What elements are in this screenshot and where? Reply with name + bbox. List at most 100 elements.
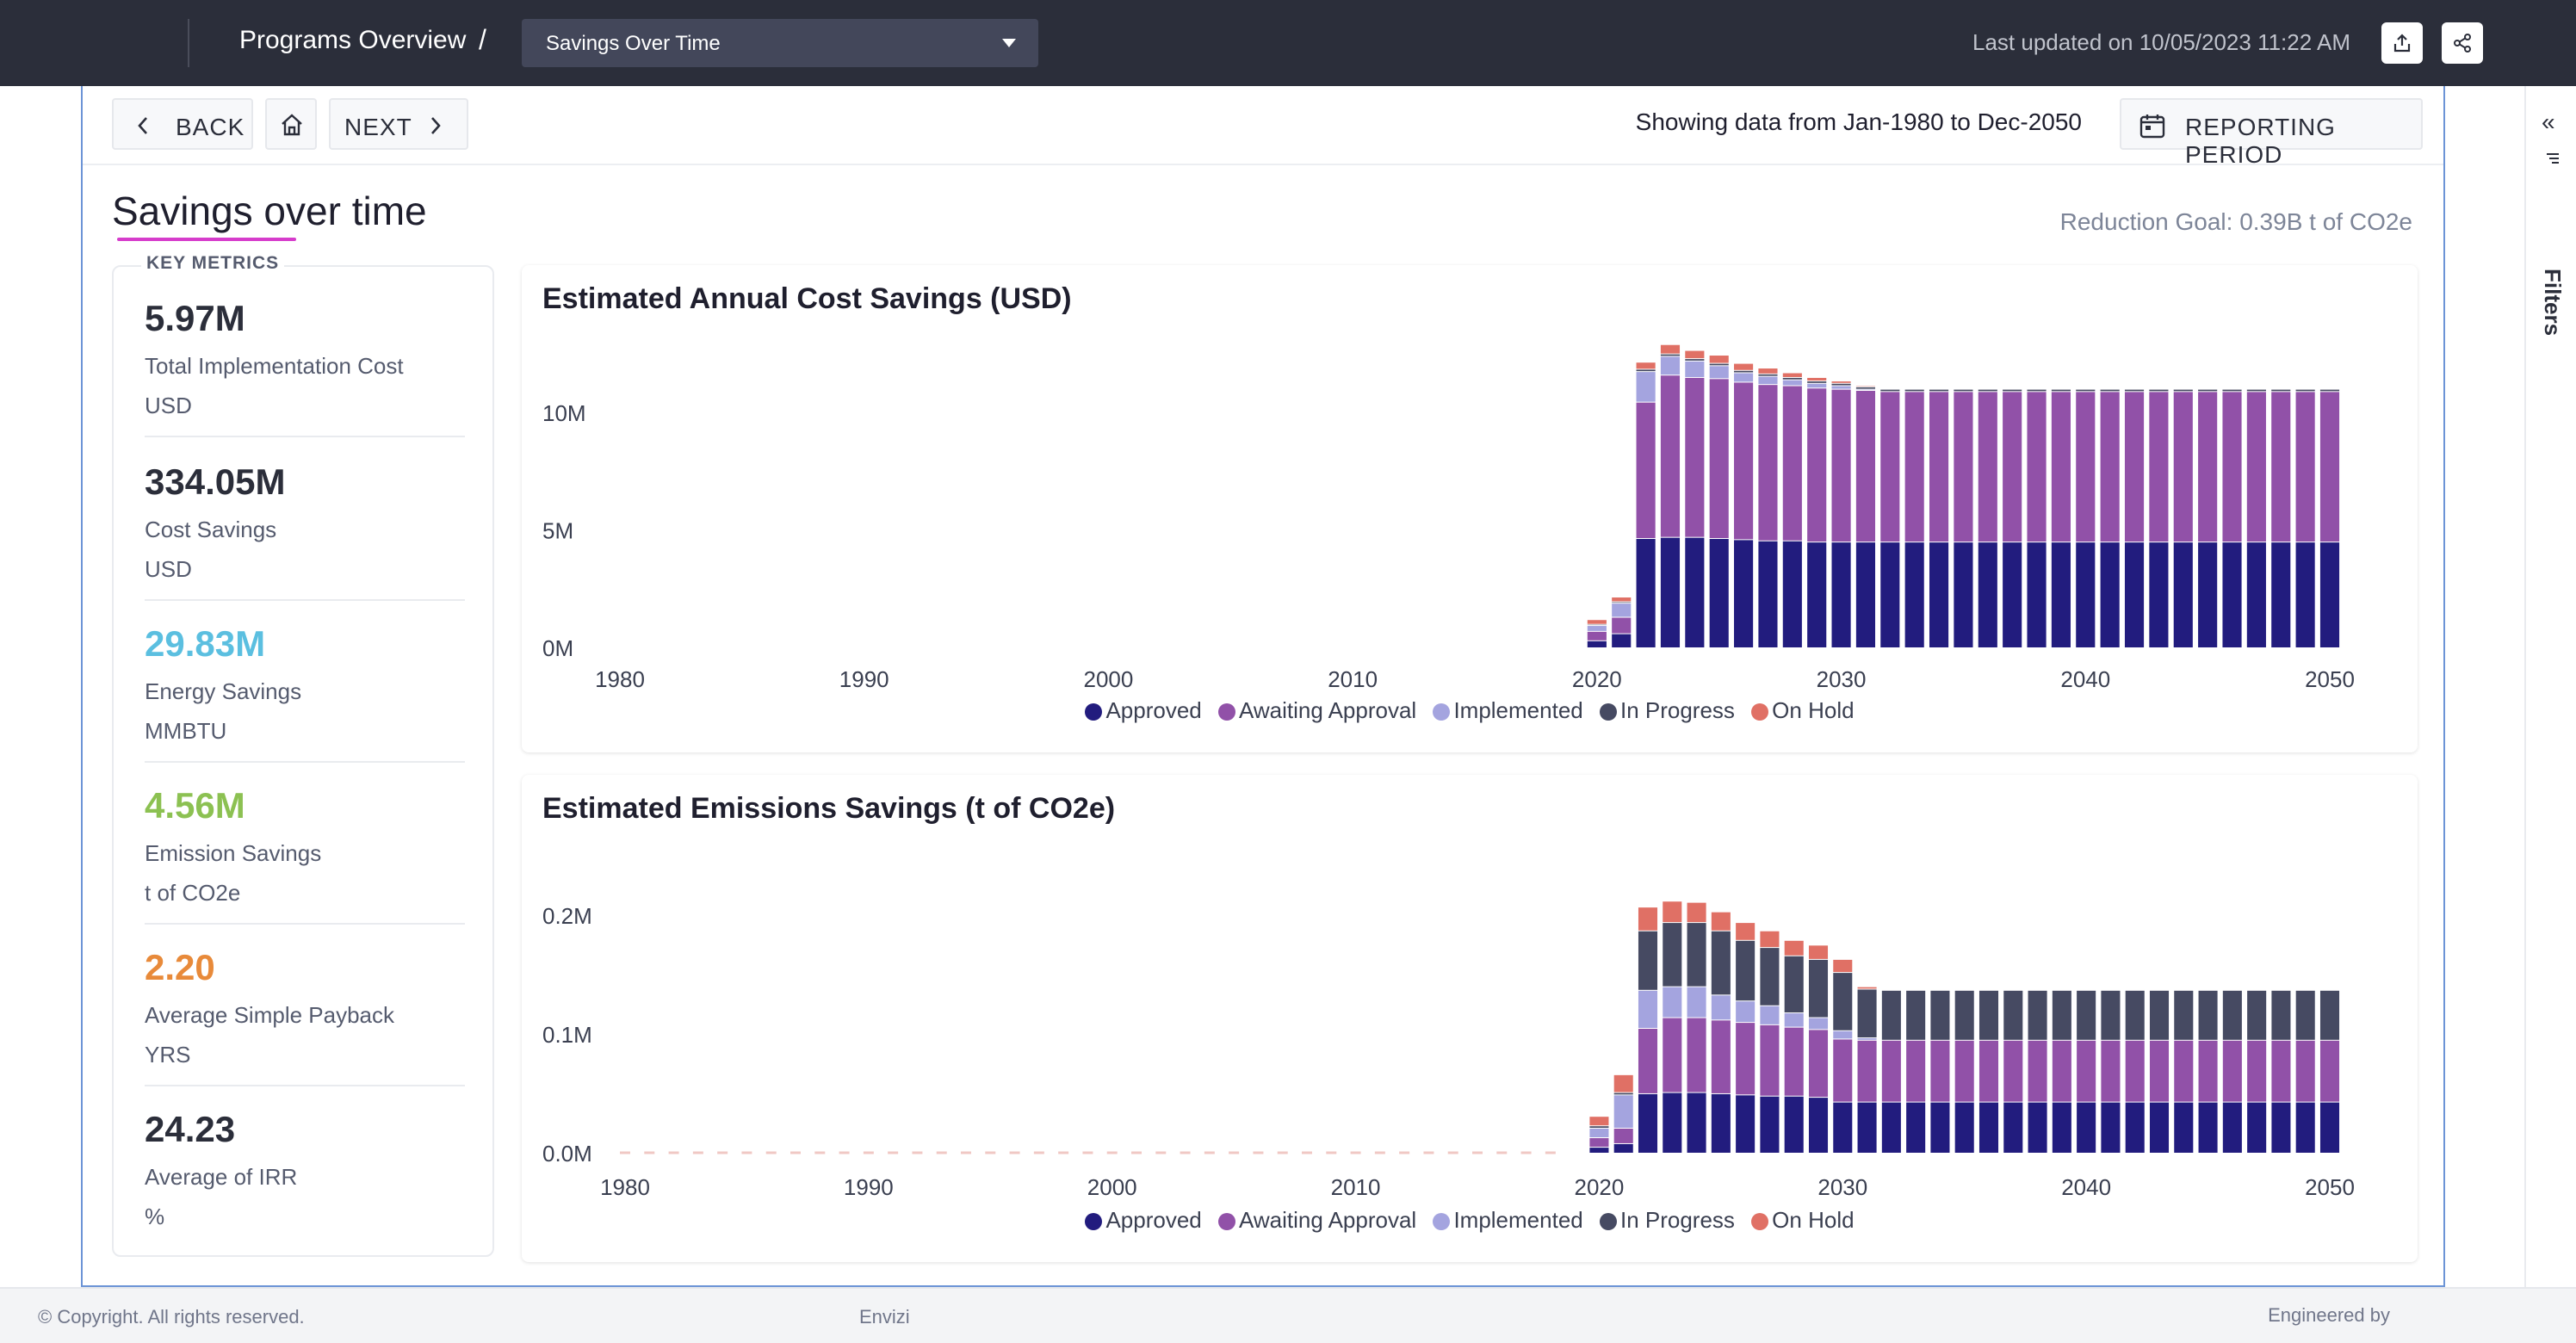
bar-segment-in-progress[interactable]: [2319, 389, 2340, 392]
bar-segment-on-hold[interactable]: [1711, 912, 1731, 931]
bar-segment-approved[interactable]: [1612, 634, 1632, 647]
bar-segment-awaiting[interactable]: [1807, 388, 1827, 542]
bar-segment-in-progress[interactable]: [1613, 1092, 1633, 1095]
bar-segment-on-hold[interactable]: [1589, 1117, 1609, 1126]
bar-segment-approved[interactable]: [2271, 1102, 2291, 1153]
bar-segment-in-progress[interactable]: [2076, 389, 2096, 392]
bar-segment-in-progress[interactable]: [2198, 389, 2218, 392]
bar-segment-in-progress[interactable]: [1857, 989, 1877, 1038]
bar-segment-approved[interactable]: [1784, 1096, 1804, 1153]
bar-segment-awaiting[interactable]: [1954, 1040, 1974, 1102]
bar-segment-on-hold[interactable]: [1687, 902, 1706, 923]
legend-item-in-progress[interactable]: In Progress: [1599, 1207, 1735, 1234]
reporting-period-button[interactable]: REPORTING PERIOD: [2120, 98, 2423, 168]
bar-segment-approved[interactable]: [2051, 542, 2071, 647]
bar-segment-awaiting[interactable]: [2271, 1040, 2291, 1102]
bar-segment-approved[interactable]: [2173, 542, 2193, 647]
bar-segment-in-progress[interactable]: [2198, 990, 2218, 1040]
bar-segment-approved[interactable]: [1833, 1102, 1853, 1153]
bar-segment-implemented[interactable]: [1587, 626, 1607, 631]
bar-segment-approved[interactable]: [2174, 1102, 2194, 1153]
bar-segment-in-progress[interactable]: [2052, 990, 2071, 1040]
legend-item-approved[interactable]: Approved: [1085, 697, 1202, 724]
bar-segment-approved[interactable]: [2246, 542, 2266, 647]
bar-segment-approved[interactable]: [1687, 1092, 1706, 1153]
bar-segment-awaiting[interactable]: [2319, 392, 2340, 542]
bar-segment-on-hold[interactable]: [1833, 959, 1853, 973]
bar-segment-in-progress[interactable]: [1660, 354, 1681, 356]
bar-segment-awaiting[interactable]: [1881, 1040, 1901, 1102]
bar-segment-on-hold[interactable]: [1685, 350, 1705, 359]
bar-segment-in-progress[interactable]: [2077, 990, 2096, 1040]
bar-segment-awaiting[interactable]: [2003, 1040, 2023, 1102]
bar-segment-approved[interactable]: [2003, 1102, 2023, 1153]
bar-segment-approved[interactable]: [1954, 1102, 1974, 1153]
bar-segment-on-hold[interactable]: [1638, 907, 1658, 931]
bar-segment-awaiting[interactable]: [2052, 1040, 2071, 1102]
bar-segment-implemented[interactable]: [1808, 1018, 1829, 1030]
bar-segment-approved[interactable]: [1855, 542, 1876, 647]
bar-segment-in-progress[interactable]: [1636, 369, 1656, 372]
bar-segment-awaiting[interactable]: [1613, 1129, 1633, 1143]
bar-segment-approved[interactable]: [2076, 542, 2096, 647]
bar-segment-awaiting[interactable]: [2198, 392, 2218, 542]
bar-segment-in-progress[interactable]: [2149, 389, 2169, 392]
legend-item-awaiting-approval[interactable]: Awaiting Approval: [1217, 1207, 1416, 1234]
bar-segment-approved[interactable]: [2295, 1102, 2315, 1153]
bar-segment-approved[interactable]: [1929, 542, 1949, 647]
bar-segment-implemented[interactable]: [1613, 1095, 1633, 1128]
bar-segment-awaiting[interactable]: [1808, 1030, 1829, 1098]
bar-segment-in-progress[interactable]: [1880, 389, 1900, 392]
bar-segment-in-progress[interactable]: [1978, 389, 1997, 392]
bar-segment-implemented[interactable]: [1660, 356, 1681, 375]
next-button[interactable]: NEXT: [329, 98, 468, 150]
bar-segment-approved[interactable]: [1709, 539, 1729, 647]
bar-segment-awaiting[interactable]: [2028, 1040, 2047, 1102]
bar-segment-approved[interactable]: [1904, 542, 1924, 647]
bar-segment-awaiting[interactable]: [2027, 392, 2047, 542]
bar-segment-approved[interactable]: [1880, 542, 1900, 647]
bar-segment-implemented[interactable]: [1638, 990, 1658, 1028]
bar-segment-awaiting[interactable]: [1929, 392, 1949, 542]
bar-segment-approved[interactable]: [1711, 1093, 1731, 1153]
bar-segment-awaiting[interactable]: [2149, 392, 2169, 542]
bar-segment-implemented[interactable]: [1831, 386, 1851, 389]
bar-segment-implemented[interactable]: [1807, 383, 1827, 388]
bar-segment-in-progress[interactable]: [1807, 381, 1827, 383]
bar-segment-implemented[interactable]: [1685, 361, 1705, 377]
legend-item-implemented[interactable]: Implemented: [1433, 697, 1583, 724]
bar-segment-approved[interactable]: [1589, 1148, 1609, 1153]
bar-segment-awaiting[interactable]: [1930, 1040, 1950, 1102]
legend-item-awaiting-approval[interactable]: Awaiting Approval: [1217, 697, 1416, 724]
bar-segment-approved[interactable]: [1978, 1102, 1999, 1153]
bar-segment-approved[interactable]: [1636, 539, 1656, 647]
bar-segment-approved[interactable]: [2198, 542, 2218, 647]
bar-segment-approved[interactable]: [2198, 1102, 2218, 1153]
bar-segment-in-progress[interactable]: [1784, 956, 1804, 1013]
back-button[interactable]: BACK: [112, 98, 253, 150]
bar-segment-on-hold[interactable]: [1760, 931, 1780, 948]
bar-segment-approved[interactable]: [2319, 542, 2340, 647]
bar-segment-approved[interactable]: [2222, 542, 2242, 647]
bar-segment-in-progress[interactable]: [2173, 389, 2193, 392]
bar-segment-in-progress[interactable]: [1782, 377, 1802, 380]
bar-segment-awaiting[interactable]: [1660, 375, 1681, 537]
bar-segment-on-hold[interactable]: [1660, 344, 1681, 354]
legend-item-in-progress[interactable]: In Progress: [1599, 697, 1735, 724]
bar-segment-awaiting[interactable]: [1587, 631, 1607, 641]
bar-segment-awaiting[interactable]: [1636, 402, 1656, 539]
bar-segment-in-progress[interactable]: [1589, 1126, 1609, 1128]
bar-segment-awaiting[interactable]: [2173, 392, 2193, 542]
bar-segment-in-progress[interactable]: [2319, 990, 2340, 1040]
bar-segment-in-progress[interactable]: [1711, 931, 1731, 995]
bar-segment-in-progress[interactable]: [2222, 389, 2242, 392]
bar-segment-approved[interactable]: [2295, 542, 2315, 647]
legend-item-implemented[interactable]: Implemented: [1433, 1207, 1583, 1234]
bar-segment-on-hold[interactable]: [1736, 923, 1756, 940]
bar-segment-in-progress[interactable]: [1685, 359, 1705, 361]
bar-segment-in-progress[interactable]: [1709, 363, 1729, 366]
bar-segment-approved[interactable]: [1978, 542, 1997, 647]
bar-segment-implemented[interactable]: [1663, 987, 1682, 1018]
bar-segment-on-hold[interactable]: [1831, 381, 1851, 383]
bar-segment-in-progress[interactable]: [1954, 389, 1973, 392]
